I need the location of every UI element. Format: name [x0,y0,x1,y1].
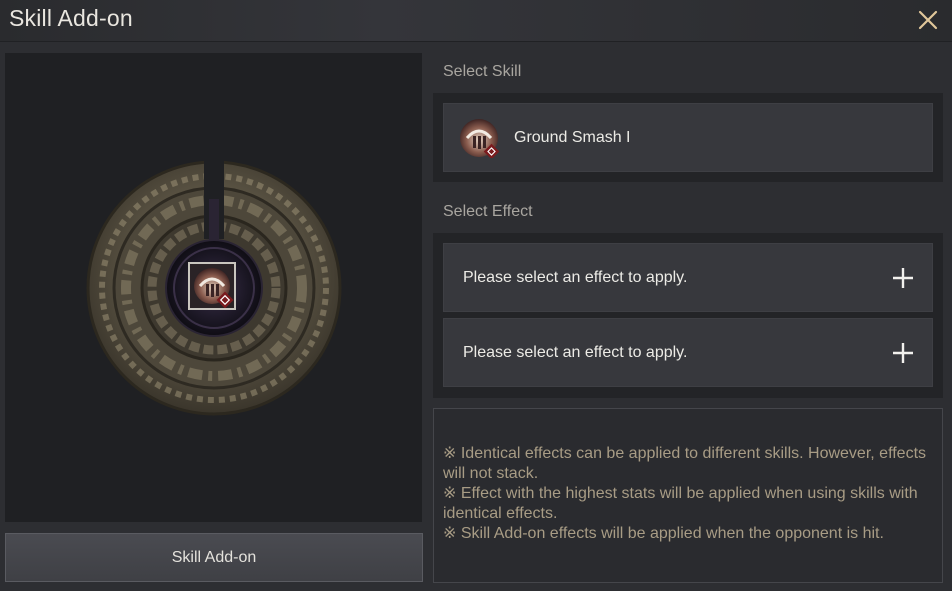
note-line-1: ※ Identical effects can be applied to di… [443,445,927,482]
skill-addon-button[interactable]: Skill Add-on [5,533,423,582]
skill-addon-window: Skill Add-on Skill Add-on Select Skill G… [0,0,952,591]
selected-skill-preview-icon[interactable] [188,262,236,310]
effect-slot-placeholder: Please select an effect to apply. [463,268,688,286]
effect-slot-1[interactable]: Please select an effect to apply. [443,243,933,312]
window-title: Skill Add-on [9,5,133,31]
select-skill-label: Select Skill [443,63,522,80]
select-effect-label: Select Effect [443,203,533,220]
effect-slot-2[interactable]: Please select an effect to apply. [443,318,933,387]
selected-skill-slot[interactable]: Ground Smash I [443,103,933,172]
effect-slots-container: Please select an effect to apply. Please… [433,233,943,398]
add-icon [893,342,913,363]
skill-icon [459,118,500,159]
ground-smash-icon [460,118,500,159]
selected-skill-name: Ground Smash I [514,128,631,146]
skill-preview-panel [5,53,422,522]
note-line-2: ※ Effect with the highest stats will be … [443,485,918,522]
close-button[interactable] [914,6,942,34]
note-line-3: ※ Skill Add-on effects will be applied w… [443,525,884,542]
close-icon [918,10,938,30]
skill-slot-container: Ground Smash I [433,93,943,182]
info-notes-box: ※ Identical effects can be applied to di… [433,408,943,583]
ground-smash-icon [194,268,234,309]
add-icon [893,267,913,288]
effect-slot-placeholder: Please select an effect to apply. [463,343,688,361]
title-bar: Skill Add-on [0,0,952,42]
